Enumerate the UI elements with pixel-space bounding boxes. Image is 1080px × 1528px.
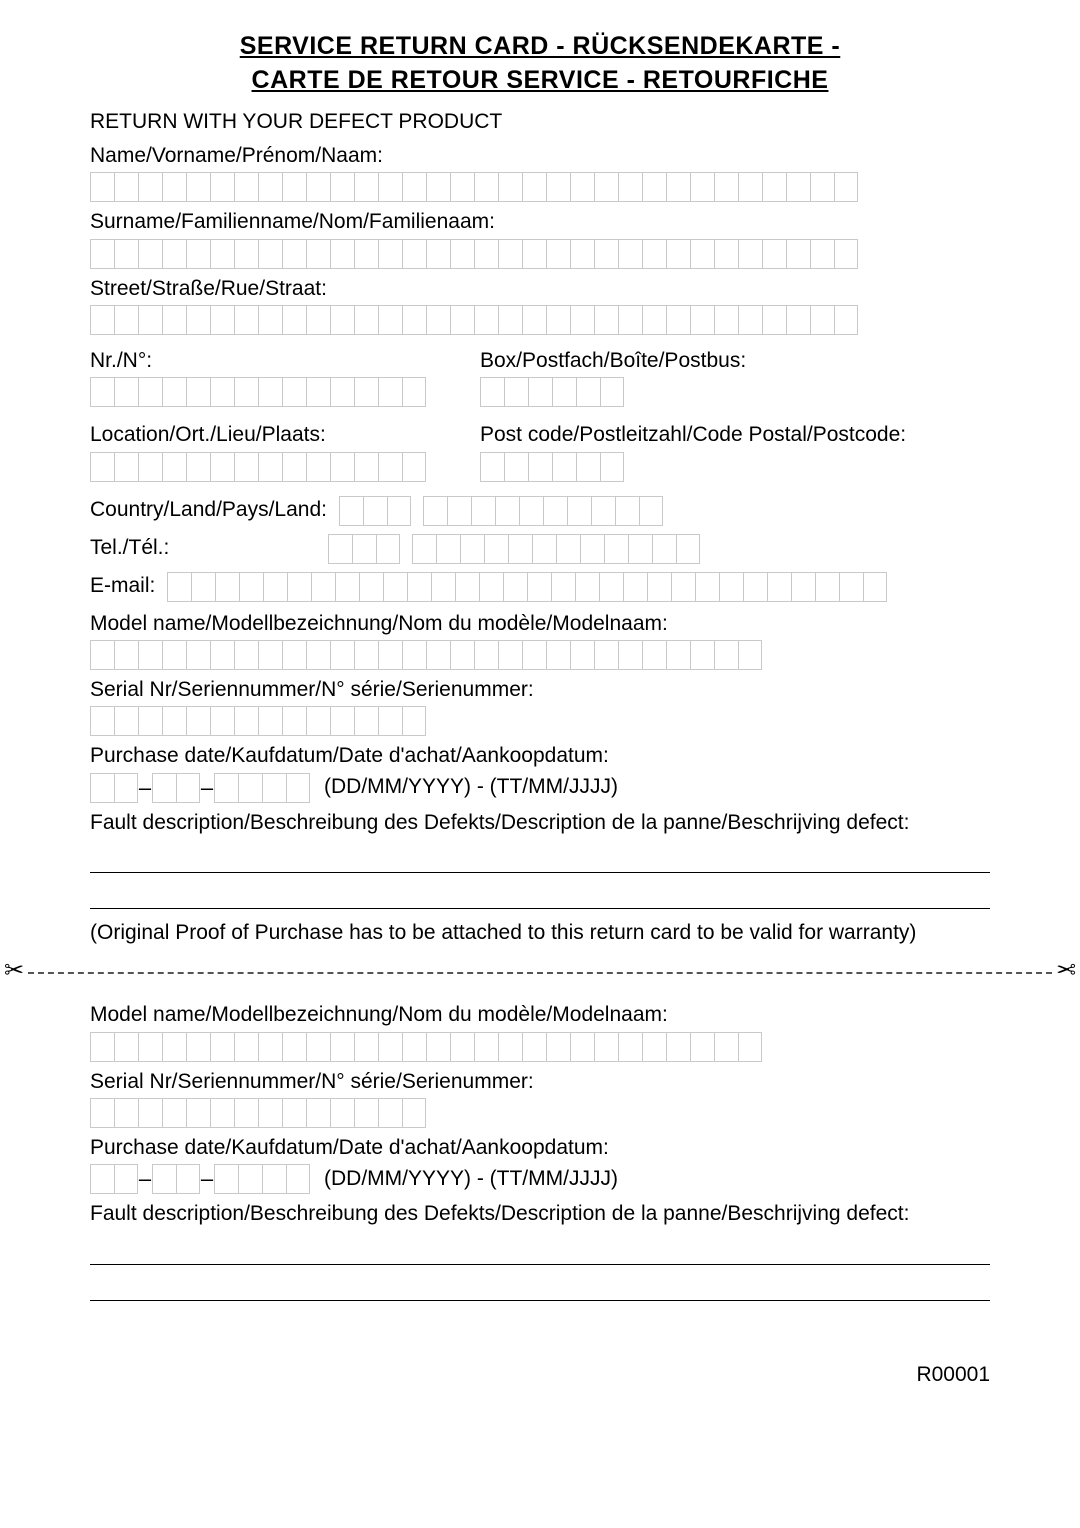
label-postcode: Post code/Postleitzahl/Code Postal/Postc… (480, 421, 906, 449)
input-date-yyyy-2[interactable] (214, 1164, 310, 1194)
label-country: Country/Land/Pays/Land: (90, 496, 327, 524)
label-fault-2: Fault description/Beschreibung des Defek… (90, 1200, 990, 1228)
input-date-mm[interactable] (152, 773, 200, 803)
date-format-text: (DD/MM/YYYY) - (TT/MM/JJJJ) (324, 773, 618, 801)
input-nr[interactable] (90, 377, 450, 407)
input-serial-2[interactable] (90, 1098, 990, 1128)
input-email[interactable] (167, 572, 887, 602)
label-name: Name/Vorname/Prénom/Naam: (90, 142, 990, 170)
label-location: Location/Ort./Lieu/Plaats: (90, 421, 450, 449)
input-country[interactable] (423, 496, 663, 526)
return-with-text: RETURN WITH YOUR DEFECT PRODUCT (90, 108, 990, 136)
input-date-dd-2[interactable] (90, 1164, 138, 1194)
title-line-2: CARTE DE RETOUR SERVICE - RETOURFICHE (90, 64, 990, 98)
input-postcode[interactable] (480, 452, 624, 482)
input-box[interactable] (480, 377, 624, 407)
input-country-prefix[interactable] (339, 496, 411, 526)
input-name[interactable] (90, 172, 990, 202)
date-dash-icon: – (200, 1164, 214, 1194)
date-dash-icon: – (200, 773, 214, 803)
fault-line-1[interactable] (90, 845, 990, 873)
label-model-2: Model name/Modellbezeichnung/Nom du modè… (90, 1001, 990, 1029)
input-street[interactable] (90, 305, 990, 335)
label-model: Model name/Modellbezeichnung/Nom du modè… (90, 610, 990, 638)
label-purchase-2: Purchase date/Kaufdatum/Date d'achat/Aan… (90, 1134, 990, 1162)
label-serial: Serial Nr/Seriennummer/N° série/Serienum… (90, 676, 990, 704)
label-email: E-mail: (90, 572, 155, 600)
proof-note: (Original Proof of Purchase has to be at… (90, 919, 990, 947)
scissors-icon: ✂ (1052, 955, 1080, 987)
input-tel[interactable] (412, 534, 700, 564)
fault-line-3[interactable] (90, 1237, 990, 1265)
label-serial-2: Serial Nr/Seriennummer/N° série/Serienum… (90, 1068, 990, 1096)
label-street: Street/Straße/Rue/Straat: (90, 275, 990, 303)
label-box: Box/Postfach/Boîte/Postbus: (480, 347, 746, 375)
input-date-yyyy[interactable] (214, 773, 310, 803)
input-surname[interactable] (90, 239, 990, 269)
input-date-dd[interactable] (90, 773, 138, 803)
input-date-mm-2[interactable] (152, 1164, 200, 1194)
cut-line: ✂ ✂ (0, 955, 1080, 991)
label-purchase: Purchase date/Kaufdatum/Date d'achat/Aan… (90, 742, 990, 770)
date-dash-icon: – (138, 1164, 152, 1194)
label-fault: Fault description/Beschreibung des Defek… (90, 809, 990, 837)
fault-line-2[interactable] (90, 881, 990, 909)
date-format-text-2: (DD/MM/YYYY) - (TT/MM/JJJJ) (324, 1165, 618, 1193)
fault-line-4[interactable] (90, 1273, 990, 1301)
label-tel: Tel./Tél.: (90, 534, 316, 562)
input-serial[interactable] (90, 706, 990, 736)
scissors-icon: ✂ (0, 955, 28, 987)
date-dash-icon: – (138, 773, 152, 803)
input-model[interactable] (90, 640, 990, 670)
title-line-1: SERVICE RETURN CARD - RÜCKSENDEKARTE - (90, 30, 990, 64)
input-location[interactable] (90, 452, 450, 482)
footer-code: R00001 (90, 1361, 990, 1389)
label-nr: Nr./N°: (90, 347, 450, 375)
input-tel-prefix[interactable] (328, 534, 400, 564)
label-surname: Surname/Familienname/Nom/Familienaam: (90, 208, 990, 236)
input-model-2[interactable] (90, 1032, 990, 1062)
